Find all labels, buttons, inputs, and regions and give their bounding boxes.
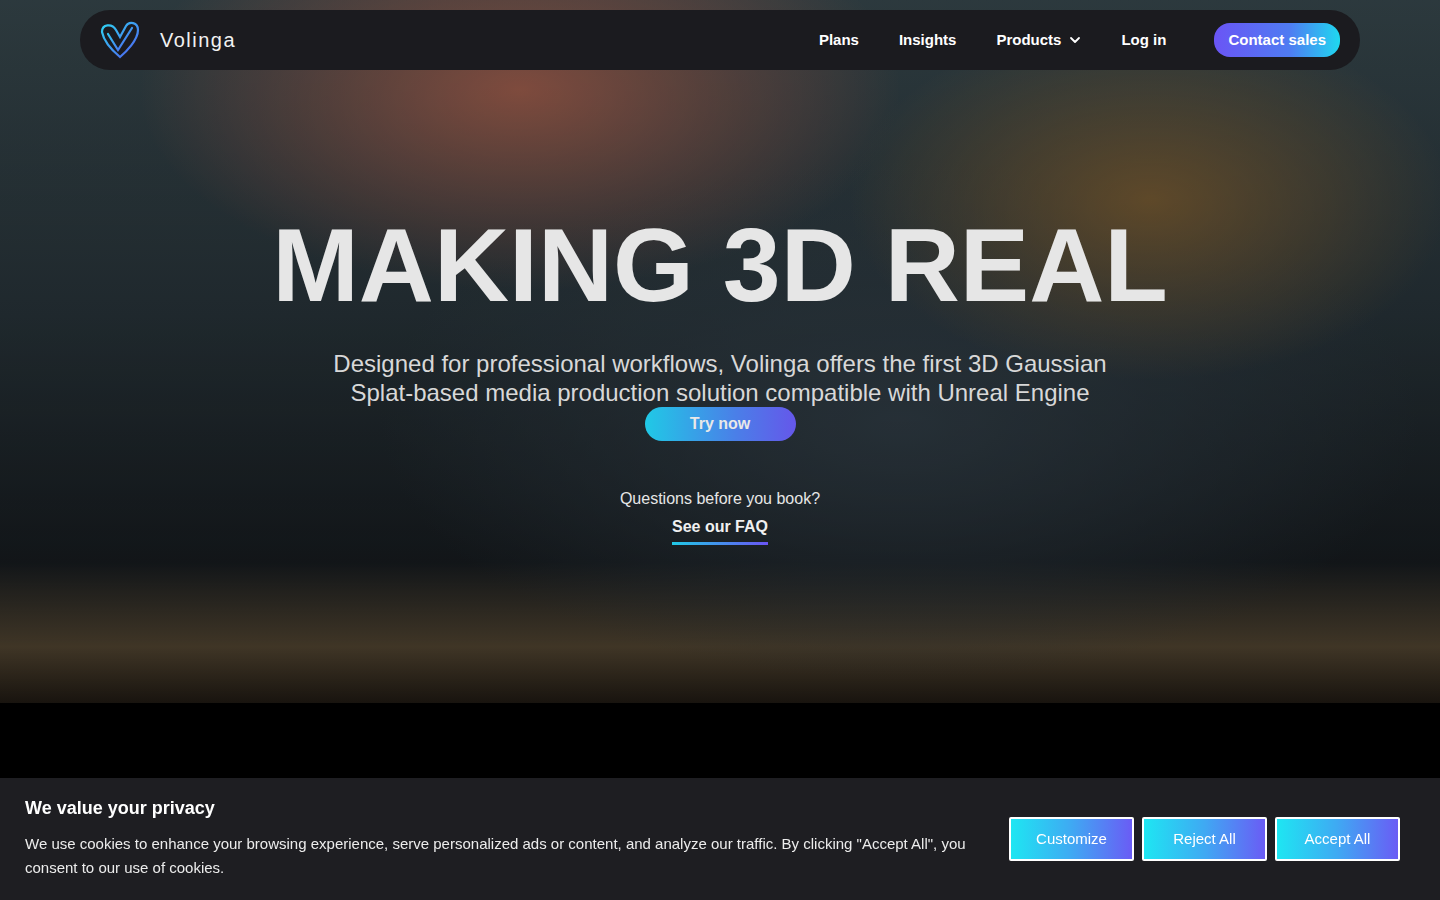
nav-link[interactable]: Plans [819, 29, 859, 52]
cookie-text: We use cookies to enhance your browsing … [25, 832, 985, 880]
hero-section: Volinga Plans Insights Products Log in Contac… [0, 0, 1440, 703]
hero-content: MAKING 3D REAL Designed for professional … [80, 70, 1360, 545]
nav-links: Plans Insights Products Log in [819, 29, 1167, 52]
cookie-title: We value your privacy [25, 798, 985, 820]
brand-name: Volinga [160, 25, 236, 55]
nav-link-label: Log in [1121, 29, 1166, 52]
hero-title: MAKING 3D REAL [272, 213, 1168, 317]
nav-link[interactable]: Log in [1121, 29, 1166, 52]
try-now-button[interactable]: Try now [645, 407, 796, 441]
brand-link[interactable]: Volinga [98, 18, 236, 62]
cookie-buttons: CustomizeReject AllAccept All [1009, 817, 1400, 861]
nav-link-label: Insights [899, 29, 957, 52]
cookie-button[interactable]: Accept All [1275, 817, 1400, 861]
faq-link[interactable]: See our FAQ [672, 515, 768, 545]
hero-subtitle: Designed for professional workflows, Vol… [320, 349, 1120, 407]
nav-link-label: Plans [819, 29, 859, 52]
nav-link[interactable]: Insights [899, 29, 957, 52]
contact-sales-button[interactable]: Contact sales [1214, 23, 1340, 58]
cookie-banner: We value your privacy We use cookies to e… [0, 778, 1440, 900]
nav-link[interactable]: Products [996, 29, 1081, 52]
volinga-logo-icon [98, 18, 142, 62]
faq-prompt: Questions before you book? [620, 487, 820, 511]
nav-link-label: Products [996, 29, 1061, 52]
chevron-down-icon [1069, 34, 1081, 46]
top-navbar: Volinga Plans Insights Products Log in Contac… [80, 10, 1360, 70]
cookie-text-block: We value your privacy We use cookies to e… [25, 798, 985, 880]
cookie-button[interactable]: Reject All [1142, 817, 1267, 861]
cookie-button[interactable]: Customize [1009, 817, 1134, 861]
